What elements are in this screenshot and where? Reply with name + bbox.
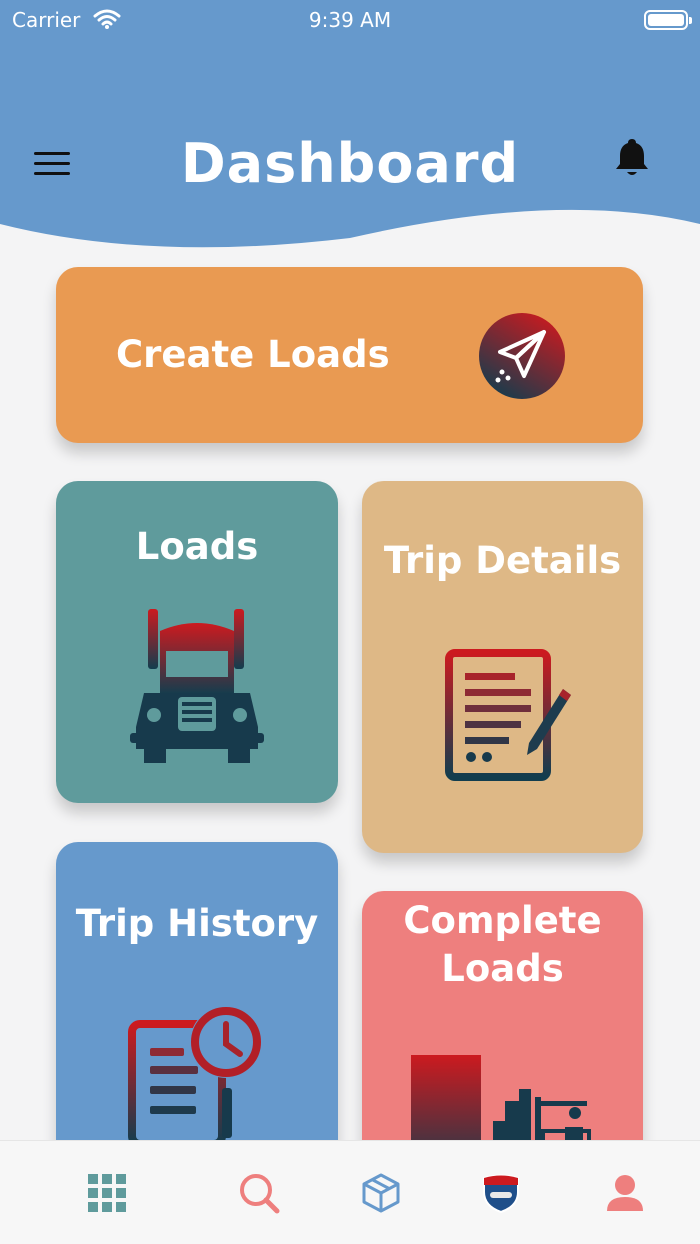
- create-loads-card[interactable]: Create Loads: [56, 267, 643, 443]
- header: Carrier 9:39 AM Dashboard: [0, 0, 700, 250]
- status-bar: Carrier 9:39 AM: [0, 6, 700, 34]
- page-title: Dashboard: [180, 132, 520, 195]
- create-loads-label: Create Loads: [116, 333, 390, 376]
- complete-loads-label: Complete Loads: [403, 899, 602, 990]
- clock-time: 9:39 AM: [308, 8, 392, 32]
- header-background: [0, 0, 700, 248]
- profile-icon[interactable]: [603, 1171, 647, 1215]
- trip-details-card[interactable]: Trip Details: [362, 481, 643, 853]
- bottom-tab-bar: [0, 1140, 700, 1244]
- trip-history-card[interactable]: Trip History: [56, 842, 338, 1172]
- package-icon[interactable]: [359, 1171, 403, 1215]
- document-edit-icon: [445, 649, 573, 785]
- trip-details-label: Trip Details: [383, 539, 622, 582]
- battery-icon: [644, 10, 692, 30]
- truck-icon: [130, 609, 264, 769]
- loads-label: Loads: [135, 525, 259, 568]
- history-clock-icon: [128, 1002, 268, 1148]
- loads-card[interactable]: Loads: [56, 481, 338, 803]
- highway-shield-icon[interactable]: [479, 1171, 523, 1215]
- search-icon[interactable]: [237, 1171, 281, 1215]
- bell-icon[interactable]: [612, 136, 652, 182]
- grid-icon[interactable]: [85, 1171, 129, 1215]
- paper-plane-icon: [478, 312, 566, 404]
- complete-loads-card[interactable]: Complete Loads: [362, 891, 643, 1181]
- trip-history-label: Trip History: [75, 902, 319, 945]
